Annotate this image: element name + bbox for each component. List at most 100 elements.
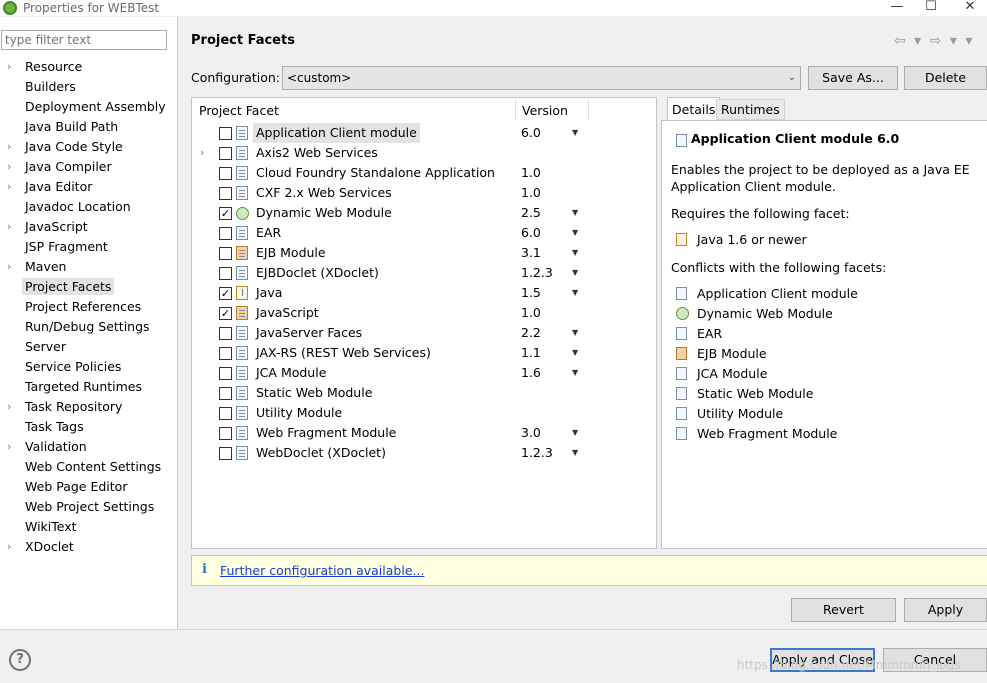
sidebar-item[interactable]: › Java Editor — [0, 177, 177, 197]
table-row[interactable]: ✓ JavaScript 1.0 — [192, 303, 656, 323]
table-row[interactable]: CXF 2.x Web Services 1.0 — [192, 183, 656, 203]
chevron-right-icon[interactable]: › — [7, 257, 11, 277]
sidebar-item[interactable]: Project References — [0, 297, 177, 317]
column-divider[interactable] — [588, 100, 589, 121]
chevron-right-icon[interactable]: › — [7, 177, 11, 197]
revert-button[interactable]: Revert — [791, 598, 896, 622]
table-row[interactable]: Static Web Module — [192, 383, 656, 403]
chevron-right-icon[interactable]: › — [7, 217, 11, 237]
facet-checkbox[interactable] — [219, 327, 232, 340]
table-row[interactable]: ✓ Dynamic Web Module 2.5 ▼ — [192, 203, 656, 223]
version-dropdown-icon[interactable]: ▼ — [572, 363, 578, 383]
chevron-right-icon[interactable]: › — [7, 537, 11, 557]
version-dropdown-icon[interactable]: ▼ — [572, 263, 578, 283]
table-row[interactable]: JAX-RS (REST Web Services) 1.1 ▼ — [192, 343, 656, 363]
sidebar-item[interactable]: WikiText — [0, 517, 177, 537]
configuration-select[interactable]: <custom> ⌄ — [282, 66, 801, 90]
column-header-facet[interactable]: Project Facet — [199, 98, 279, 123]
facet-checkbox[interactable] — [219, 347, 232, 360]
table-row[interactable]: Cloud Foundry Standalone Application 1.0 — [192, 163, 656, 183]
sidebar-item[interactable]: JSP Fragment — [0, 237, 177, 257]
sidebar-item[interactable]: Web Content Settings — [0, 457, 177, 477]
sidebar-item[interactable]: Project Facets — [0, 277, 177, 297]
table-row[interactable]: EJB Module 3.1 ▼ — [192, 243, 656, 263]
sidebar-item[interactable]: Service Policies — [0, 357, 177, 377]
facet-checkbox[interactable] — [219, 247, 232, 260]
version-dropdown-icon[interactable]: ▼ — [572, 343, 578, 363]
facet-checkbox[interactable] — [219, 407, 232, 420]
sidebar-item[interactable]: Targeted Runtimes — [0, 377, 177, 397]
tab-runtimes[interactable]: Runtimes — [716, 99, 785, 120]
facet-checkbox[interactable] — [219, 387, 232, 400]
facet-checkbox[interactable] — [219, 427, 232, 440]
table-row[interactable]: › Axis2 Web Services — [192, 143, 656, 163]
sidebar-item[interactable]: › Maven — [0, 257, 177, 277]
version-dropdown-icon[interactable]: ▼ — [572, 423, 578, 443]
sidebar-item-label: Javadoc Location — [25, 199, 131, 214]
sidebar-item[interactable]: › Java Code Style — [0, 137, 177, 157]
facet-checkbox[interactable] — [219, 187, 232, 200]
table-row[interactable]: JavaServer Faces 2.2 ▼ — [192, 323, 656, 343]
sidebar-item[interactable]: Run/Debug Settings — [0, 317, 177, 337]
save-as-button[interactable]: Save As... — [808, 66, 898, 90]
version-dropdown-icon[interactable]: ▼ — [572, 123, 578, 143]
facet-checkbox[interactable] — [219, 147, 232, 160]
sidebar-item[interactable]: › Validation — [0, 437, 177, 457]
table-row[interactable]: ✓ Java 1.5 ▼ — [192, 283, 656, 303]
column-divider[interactable] — [515, 100, 516, 121]
table-row[interactable]: Web Fragment Module 3.0 ▼ — [192, 423, 656, 443]
history-nav-icons[interactable]: ⇦ ▾ ⇨ ▾ ▾ — [894, 33, 974, 49]
facet-checkbox[interactable] — [219, 167, 232, 180]
further-configuration-link[interactable]: Further configuration available... — [220, 563, 424, 578]
sidebar-item[interactable]: › Resource — [0, 57, 177, 77]
sidebar-item[interactable]: Web Page Editor — [0, 477, 177, 497]
table-row[interactable]: Application Client module 6.0 ▼ — [192, 123, 656, 143]
sidebar-item[interactable]: › JavaScript — [0, 217, 177, 237]
chevron-right-icon[interactable]: › — [7, 437, 11, 457]
facet-version: 6.0 — [521, 125, 541, 140]
facet-checkbox[interactable]: ✓ — [219, 307, 232, 320]
facet-checkbox[interactable] — [219, 447, 232, 460]
minimize-button[interactable]: — — [880, 0, 914, 16]
column-header-version[interactable]: Version — [522, 98, 568, 123]
chevron-right-icon[interactable]: › — [7, 137, 11, 157]
sidebar-item[interactable]: › XDoclet — [0, 537, 177, 557]
chevron-right-icon[interactable]: › — [7, 57, 11, 77]
table-row[interactable]: EJBDoclet (XDoclet) 1.2.3 ▼ — [192, 263, 656, 283]
version-dropdown-icon[interactable]: ▼ — [572, 203, 578, 223]
sidebar-item[interactable]: Web Project Settings — [0, 497, 177, 517]
table-row[interactable]: EAR 6.0 ▼ — [192, 223, 656, 243]
tab-details[interactable]: Details — [667, 97, 721, 121]
chevron-right-icon[interactable]: › — [200, 143, 204, 163]
version-dropdown-icon[interactable]: ▼ — [572, 443, 578, 463]
sidebar-item[interactable]: Builders — [0, 77, 177, 97]
delete-button[interactable]: Delete — [904, 66, 987, 90]
sidebar-item[interactable]: Javadoc Location — [0, 197, 177, 217]
chevron-right-icon[interactable]: › — [7, 157, 11, 177]
facet-checkbox[interactable] — [219, 267, 232, 280]
version-dropdown-icon[interactable]: ▼ — [572, 243, 578, 263]
sidebar-item[interactable]: Server — [0, 337, 177, 357]
maximize-button[interactable]: ☐ — [914, 0, 948, 16]
sidebar-item[interactable]: Task Tags — [0, 417, 177, 437]
sidebar-item[interactable]: › Java Compiler — [0, 157, 177, 177]
filter-input[interactable] — [1, 30, 167, 50]
table-row[interactable]: WebDoclet (XDoclet) 1.2.3 ▼ — [192, 443, 656, 463]
version-dropdown-icon[interactable]: ▼ — [572, 223, 578, 243]
apply-button[interactable]: Apply — [904, 598, 987, 622]
close-button[interactable]: ✕ — [953, 0, 987, 16]
sidebar-item[interactable]: Deployment Assembly — [0, 97, 177, 117]
version-dropdown-icon[interactable]: ▼ — [572, 283, 578, 303]
table-row[interactable]: JCA Module 1.6 ▼ — [192, 363, 656, 383]
chevron-right-icon[interactable]: › — [7, 397, 11, 417]
sidebar-item[interactable]: › Task Repository — [0, 397, 177, 417]
sidebar-item[interactable]: Java Build Path — [0, 117, 177, 137]
facet-checkbox[interactable]: ✓ — [219, 207, 232, 220]
facet-checkbox[interactable] — [219, 127, 232, 140]
table-row[interactable]: Utility Module — [192, 403, 656, 423]
help-icon[interactable]: ? — [9, 649, 31, 671]
version-dropdown-icon[interactable]: ▼ — [572, 323, 578, 343]
facet-checkbox[interactable] — [219, 227, 232, 240]
facet-checkbox[interactable] — [219, 367, 232, 380]
facet-checkbox[interactable]: ✓ — [219, 287, 232, 300]
